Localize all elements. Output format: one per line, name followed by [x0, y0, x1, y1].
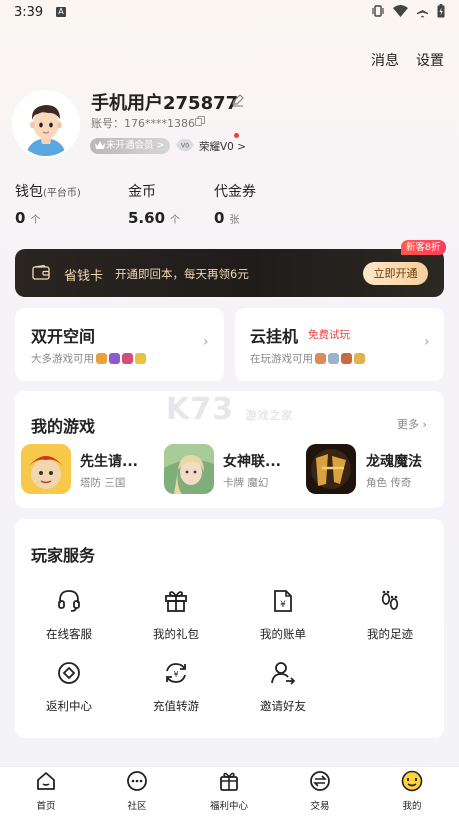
community-icon	[127, 771, 147, 791]
game-name[interactable]: 龙魂魔法	[366, 451, 422, 471]
mini-game-icon	[328, 353, 339, 364]
wallet-label: 钱包(平台币)	[15, 184, 81, 200]
service-label: 我的足迹	[367, 627, 413, 641]
nav-label: 首页	[36, 801, 56, 812]
messages-button[interactable]: 消息	[371, 50, 399, 70]
service-label: 我的账单	[260, 627, 306, 641]
free-trial-badge: 免费试玩	[308, 329, 350, 341]
nav-welfare-center[interactable]: 福利中心	[199, 770, 259, 812]
mini-game-icon	[135, 353, 146, 364]
nav-label: 我的	[402, 801, 422, 812]
avatar-illustration	[14, 92, 78, 156]
nav-mine[interactable]: 我的	[382, 770, 442, 812]
game-name[interactable]: 先生请...	[80, 451, 138, 471]
footprint-icon	[381, 590, 399, 610]
my-games-title: 我的游戏	[31, 417, 96, 436]
cloud-hangup-title: 云挂机	[250, 327, 299, 346]
service-label: 充值转游	[153, 699, 199, 713]
gift-icon	[165, 591, 187, 612]
mini-game-icon	[122, 353, 133, 364]
edit-icon[interactable]	[231, 93, 245, 107]
mini-game-icon	[315, 353, 326, 364]
service-my-footprint[interactable]: 我的足迹	[340, 588, 440, 642]
svg-text:¥: ¥	[280, 600, 286, 610]
game-tags: 塔防 三国	[80, 477, 126, 489]
dual-space-subtitle: 大多游戏可用	[31, 351, 146, 366]
more-games-link[interactable]: 更多 ›	[397, 416, 427, 432]
home-icon	[37, 772, 55, 790]
trade-icon	[310, 771, 330, 791]
svg-text:V0: V0	[181, 142, 190, 150]
coins-label: 金币	[128, 184, 156, 200]
game-icon-3[interactable]	[306, 444, 356, 494]
service-label: 我的礼包	[153, 627, 199, 641]
nav-label: 社区	[127, 801, 147, 812]
coins-value[interactable]: 5.60 个	[128, 209, 180, 227]
mini-game-icon	[341, 353, 352, 364]
service-label: 邀请好友	[260, 699, 306, 713]
dual-space-title: 双开空间	[31, 327, 96, 346]
airplane-icon	[417, 5, 428, 17]
vibrate-icon	[372, 5, 384, 17]
status-a-icon: A	[56, 7, 66, 17]
username: 手机用户275877	[91, 93, 239, 114]
service-label: 在线客服	[46, 627, 92, 641]
recharge-transfer-icon: ¥	[166, 663, 186, 683]
wallet-card-icon	[32, 265, 50, 280]
service-label: 返利中心	[46, 699, 92, 713]
mini-game-icon	[354, 353, 365, 364]
promo-title: 省钱卡	[64, 269, 104, 284]
cloud-hangup-subtitle: 在玩游戏可用	[250, 351, 365, 366]
player-services-title: 玩家服务	[31, 546, 96, 565]
svg-text:¥: ¥	[173, 670, 178, 679]
wallet-value[interactable]: 0个	[15, 209, 40, 227]
account-number: 账号：176****1386	[91, 117, 195, 130]
promo-subtitle: 开通即回本，每天再领6元	[115, 267, 249, 281]
welfare-icon	[220, 772, 238, 791]
activate-now-button[interactable]: 立即开通	[363, 262, 428, 285]
wifi-icon	[393, 5, 408, 17]
nav-label: 交易	[310, 801, 330, 812]
mini-game-icon	[96, 353, 107, 364]
status-icons	[371, 4, 445, 18]
voucher-label: 代金券	[214, 184, 256, 200]
nav-community[interactable]: 社区	[107, 770, 167, 812]
service-invite-friends[interactable]: 邀请好友	[233, 660, 333, 714]
nav-label: 福利中心	[209, 801, 248, 812]
notification-dot	[234, 133, 239, 138]
crown-icon	[95, 141, 105, 149]
game-tags: 角色 传奇	[366, 477, 412, 489]
service-rebate-center[interactable]: 返利中心	[19, 660, 119, 714]
mine-icon	[401, 770, 423, 792]
bill-icon: ¥	[274, 590, 292, 612]
honor-badge-icon: V0	[176, 138, 194, 152]
voucher-value[interactable]: 0张	[214, 209, 239, 227]
invite-friend-icon	[271, 662, 296, 685]
honor-level[interactable]: 荣耀V0 >	[199, 139, 246, 154]
settings-button[interactable]: 设置	[416, 50, 444, 70]
mini-game-icon	[109, 353, 120, 364]
service-my-bill[interactable]: ¥ 我的账单	[233, 588, 333, 642]
avatar[interactable]	[14, 92, 78, 156]
game-name[interactable]: 女神联...	[223, 451, 281, 471]
status-time: 3:39	[14, 5, 44, 20]
headset-icon	[58, 590, 80, 612]
rebate-icon	[58, 662, 80, 684]
nav-home[interactable]: 首页	[16, 770, 76, 812]
game-icon-1[interactable]	[21, 444, 71, 494]
battery-icon	[437, 4, 445, 18]
new-user-discount-tag: 新客8折	[401, 240, 446, 255]
nav-trade[interactable]: 交易	[290, 770, 350, 812]
game-icon-2[interactable]	[164, 444, 214, 494]
chevron-right-icon: ›	[424, 334, 430, 350]
chevron-right-icon: ›	[203, 334, 209, 350]
watermark-logo: K73 游戏之家	[166, 392, 294, 427]
copy-icon[interactable]	[195, 116, 205, 126]
service-online-support[interactable]: 在线客服	[19, 588, 119, 642]
service-my-gifts[interactable]: 我的礼包	[126, 588, 226, 642]
game-tags: 卡牌 魔幻	[223, 477, 269, 489]
service-recharge-transfer[interactable]: ¥ 充值转游	[126, 660, 226, 714]
